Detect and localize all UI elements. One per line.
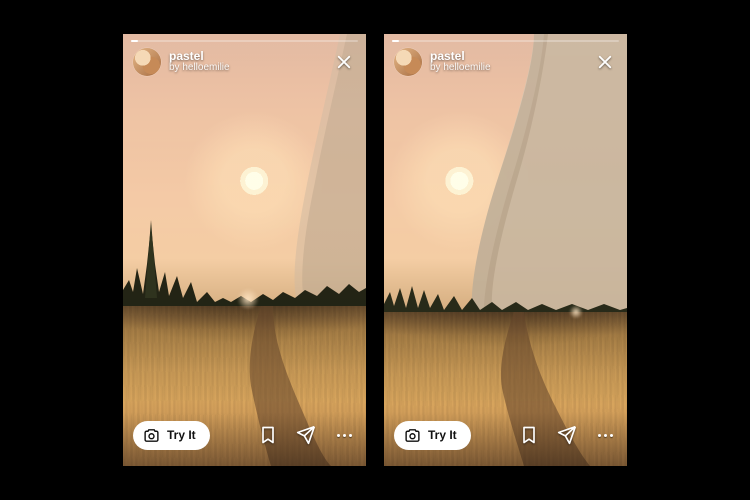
more-button[interactable] (332, 423, 356, 447)
story-panel-right: pastel by helloemilie Try It (384, 34, 627, 466)
more-icon (598, 434, 601, 437)
avatar[interactable] (133, 48, 161, 76)
filter-tint (384, 34, 627, 466)
try-it-label: Try It (428, 428, 457, 442)
close-button[interactable] (332, 50, 356, 74)
story-header: pastel by helloemilie (394, 48, 617, 76)
more-button[interactable] (593, 423, 617, 447)
send-icon (557, 425, 577, 445)
send-icon (296, 425, 316, 445)
save-button[interactable] (517, 423, 541, 447)
bookmark-icon (258, 425, 278, 445)
save-button[interactable] (256, 423, 280, 447)
filter-tint (123, 34, 366, 466)
story-progress-bar (131, 40, 358, 42)
send-button[interactable] (294, 423, 318, 447)
story-panel-left: pastel by helloemilie Try It (123, 34, 366, 466)
header-text[interactable]: pastel by helloemilie (169, 50, 230, 73)
camera-icon (404, 427, 421, 444)
comparison-stage: pastel by helloemilie Try It (0, 0, 750, 500)
story-progress-bar (392, 40, 619, 42)
story-media[interactable] (384, 34, 627, 466)
camera-icon (143, 427, 160, 444)
story-footer: Try It (384, 412, 627, 466)
filter-byline: by helloemilie (430, 63, 491, 74)
header-text[interactable]: pastel by helloemilie (430, 50, 491, 73)
try-it-button[interactable]: Try It (133, 421, 210, 450)
try-it-button[interactable]: Try It (394, 421, 471, 450)
close-icon (596, 53, 614, 71)
story-header: pastel by helloemilie (133, 48, 356, 76)
bookmark-icon (519, 425, 539, 445)
close-icon (335, 53, 353, 71)
more-icon (337, 434, 340, 437)
avatar[interactable] (394, 48, 422, 76)
close-button[interactable] (593, 50, 617, 74)
try-it-label: Try It (167, 428, 196, 442)
story-media[interactable] (123, 34, 366, 466)
send-button[interactable] (555, 423, 579, 447)
filter-byline: by helloemilie (169, 63, 230, 74)
story-footer: Try It (123, 412, 366, 466)
